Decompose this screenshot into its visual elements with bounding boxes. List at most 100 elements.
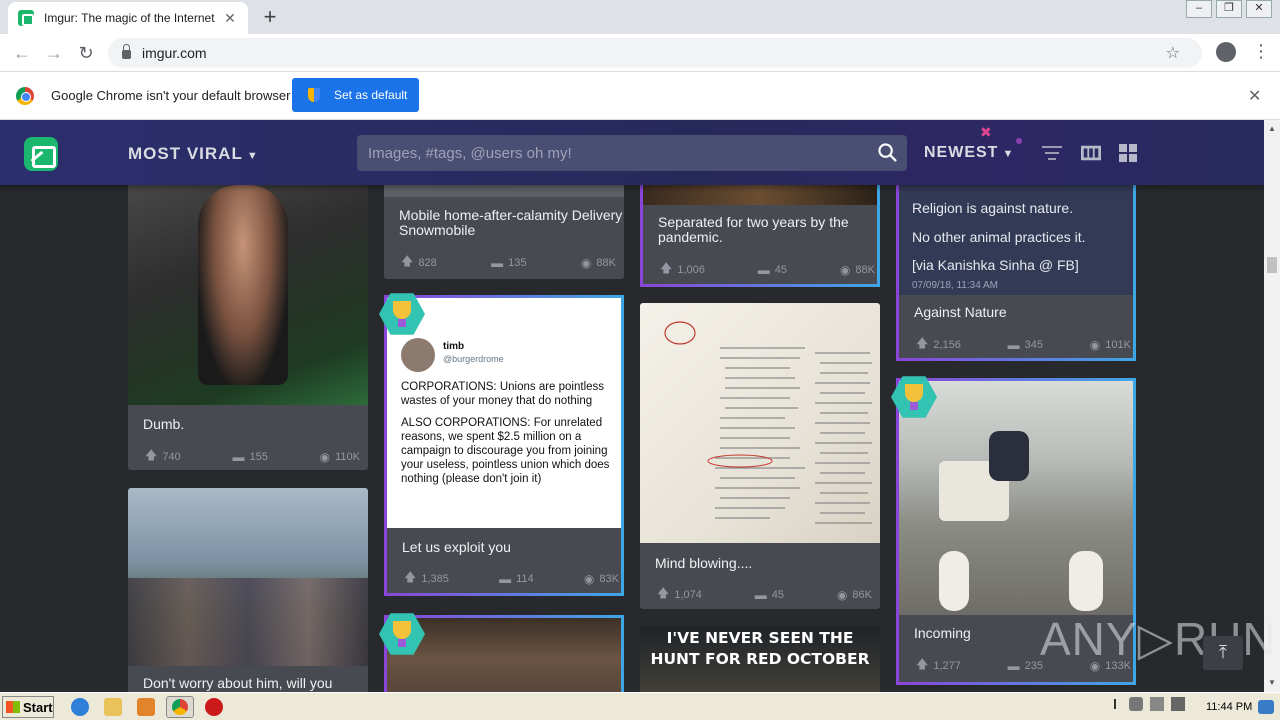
post-title: Against Nature bbox=[914, 304, 1007, 320]
post-card-highlighted[interactable]: timb @burgerdrome CORPORATIONS: Unions a… bbox=[384, 295, 624, 596]
tweet-image: timb @burgerdrome CORPORATIONS: Unions a… bbox=[387, 298, 621, 528]
arrow-up-icon[interactable]: 🡅 bbox=[916, 655, 928, 676]
arrow-up-icon[interactable]: 🡅 bbox=[404, 568, 416, 589]
comment-icon: ▬ bbox=[499, 571, 512, 586]
upvote-count: 2,156 bbox=[933, 338, 961, 351]
comment-count: 345 bbox=[1024, 338, 1044, 351]
search-icon[interactable] bbox=[878, 143, 897, 162]
window-controls: – ❐ ✕ bbox=[1182, 0, 1272, 18]
post-stats: 🡅 2,156 ▬ 345 ◉ 101K bbox=[916, 334, 1131, 355]
avatar bbox=[401, 338, 435, 372]
close-window-button[interactable]: ✕ bbox=[1246, 0, 1272, 18]
scroll-down-icon[interactable]: ▼ bbox=[1268, 678, 1276, 687]
view-count: 83K bbox=[599, 572, 619, 585]
comment-count: 114 bbox=[516, 572, 534, 585]
quote-line-2: No other animal practices it. bbox=[912, 229, 1086, 245]
imgur-logo-icon[interactable] bbox=[24, 137, 58, 171]
chrome-menu-icon[interactable]: ⋮ bbox=[1252, 41, 1270, 62]
infobar-message: Google Chrome isn't your default browser bbox=[51, 88, 291, 103]
layout-waterfall-icon[interactable] bbox=[1081, 144, 1101, 162]
folder-icon[interactable] bbox=[104, 698, 122, 716]
scroll-up-icon[interactable]: ▲ bbox=[1268, 124, 1276, 133]
ie-icon[interactable] bbox=[71, 698, 89, 716]
eye-icon: ◉ bbox=[839, 262, 851, 277]
chrome-taskbar-button[interactable] bbox=[166, 696, 194, 718]
upvote-count: 1,277 bbox=[933, 659, 961, 672]
comment-count: 155 bbox=[249, 450, 268, 463]
search-box bbox=[357, 135, 907, 171]
page-scrollbar[interactable]: ▲ ▼ bbox=[1264, 120, 1280, 692]
comment-icon: ▬ bbox=[1007, 337, 1020, 352]
view-count: 86K bbox=[852, 588, 872, 601]
post-card[interactable]: Dumb. 🡅 740 ▬ 155 ◉ 110K bbox=[128, 175, 368, 470]
comment-icon: ▬ bbox=[232, 449, 245, 464]
post-stats: 🡅 1,074 ▬ 45 ◉ 86K bbox=[657, 584, 872, 605]
imgur-favicon-icon bbox=[18, 10, 34, 26]
chrome-logo-icon bbox=[16, 87, 34, 105]
arrow-up-icon[interactable]: 🡅 bbox=[401, 252, 413, 273]
media-player-icon[interactable] bbox=[137, 698, 155, 716]
arrow-up-icon[interactable]: 🡅 bbox=[657, 584, 669, 605]
lock-icon bbox=[122, 44, 131, 59]
show-desktop-icon[interactable] bbox=[1258, 700, 1274, 714]
post-card[interactable]: Mobile home-after-calamity Delivery Snow… bbox=[384, 175, 624, 279]
flag-icon[interactable] bbox=[1171, 697, 1185, 711]
maximize-button[interactable]: ❐ bbox=[1216, 0, 1242, 18]
arrow-up-icon[interactable]: 🡅 bbox=[916, 334, 928, 355]
imgur-page: MOST VIRAL▼ ✖ NEWEST▼ Dumb. bbox=[0, 120, 1264, 692]
new-tab-button[interactable]: + bbox=[258, 5, 282, 29]
view-count: 110K bbox=[335, 450, 360, 463]
minimize-button[interactable]: – bbox=[1186, 0, 1212, 18]
search-input[interactable] bbox=[357, 135, 857, 171]
tab-close-icon[interactable]: ✕ bbox=[222, 10, 238, 27]
start-label: Start bbox=[23, 699, 53, 715]
comment-icon: ▬ bbox=[1007, 658, 1020, 673]
post-card[interactable]: Mind blowing.... 🡅 1,074 ▬ 45 ◉ 86K bbox=[640, 303, 880, 609]
address-bar[interactable]: imgur.com ☆ bbox=[108, 38, 1202, 68]
account-icon[interactable] bbox=[1216, 42, 1236, 62]
decorative-dot bbox=[1016, 138, 1022, 144]
post-title: Dumb. bbox=[143, 416, 185, 432]
eye-icon: ◉ bbox=[583, 571, 595, 586]
comment-icon: ▬ bbox=[754, 587, 767, 602]
arrow-up-icon[interactable]: 🡅 bbox=[145, 446, 157, 467]
back-to-top-button[interactable]: ⤒ bbox=[1203, 636, 1243, 670]
filter-icon[interactable] bbox=[1042, 144, 1062, 162]
layout-grid-icon[interactable] bbox=[1118, 144, 1138, 162]
book-index-image bbox=[640, 303, 880, 543]
network-icon[interactable] bbox=[1150, 697, 1164, 711]
post-title: Mobile home-after-calamity Delivery Snow… bbox=[399, 207, 623, 238]
browser-tab[interactable]: Imgur: The magic of the Internet ✕ bbox=[8, 2, 248, 34]
post-card[interactable]: I'VE NEVER SEEN THE HUNT FOR RED OCTOBER bbox=[640, 626, 880, 692]
quote-image: Religion is against nature. No other ani… bbox=[899, 178, 1133, 295]
set-default-label: Set as default bbox=[334, 88, 408, 102]
quote-line-3: [via Kanishka Sinha @ FB] bbox=[912, 257, 1079, 273]
post-card[interactable]: Don't worry about him, will you bbox=[128, 488, 368, 692]
system-clock: 11:44 PM bbox=[1206, 701, 1253, 713]
volume-icon[interactable] bbox=[1129, 697, 1143, 711]
antivirus-icon[interactable] bbox=[205, 698, 223, 716]
set-as-default-button[interactable]: Set as default bbox=[292, 78, 419, 112]
post-card-highlighted[interactable]: Separated for two years by the pandemic.… bbox=[640, 175, 880, 287]
system-tray bbox=[1108, 697, 1185, 711]
tab-title: Imgur: The magic of the Internet bbox=[44, 11, 215, 25]
forward-icon[interactable]: → bbox=[43, 42, 65, 64]
start-button[interactable]: Start bbox=[2, 696, 54, 718]
section-dropdown[interactable]: MOST VIRAL ▼ bbox=[128, 144, 259, 164]
tray-arrow-icon[interactable] bbox=[1108, 697, 1122, 711]
scrollbar-thumb[interactable] bbox=[1267, 257, 1277, 273]
back-icon[interactable]: ← bbox=[11, 42, 33, 64]
post-stats: 🡅 828 ▬ 135 ◉ 88K bbox=[401, 252, 616, 273]
shield-icon bbox=[308, 88, 320, 102]
eye-icon: ◉ bbox=[319, 449, 331, 464]
windows-taskbar: Start 11:44 PM bbox=[0, 692, 1280, 720]
post-card-highlighted[interactable]: Religion is against nature. No other ani… bbox=[896, 175, 1136, 361]
arrow-up-icon[interactable]: 🡅 bbox=[660, 259, 672, 280]
reload-icon[interactable]: ↻ bbox=[75, 42, 97, 64]
index-text-lines bbox=[664, 321, 872, 524]
sort-dropdown[interactable]: NEWEST ▼ bbox=[924, 144, 1014, 162]
infobar-close-icon[interactable]: ✕ bbox=[1248, 86, 1261, 106]
bookmark-star-icon[interactable]: ☆ bbox=[1166, 43, 1180, 63]
comment-icon: ▬ bbox=[757, 262, 770, 277]
view-count: 88K bbox=[855, 263, 875, 276]
